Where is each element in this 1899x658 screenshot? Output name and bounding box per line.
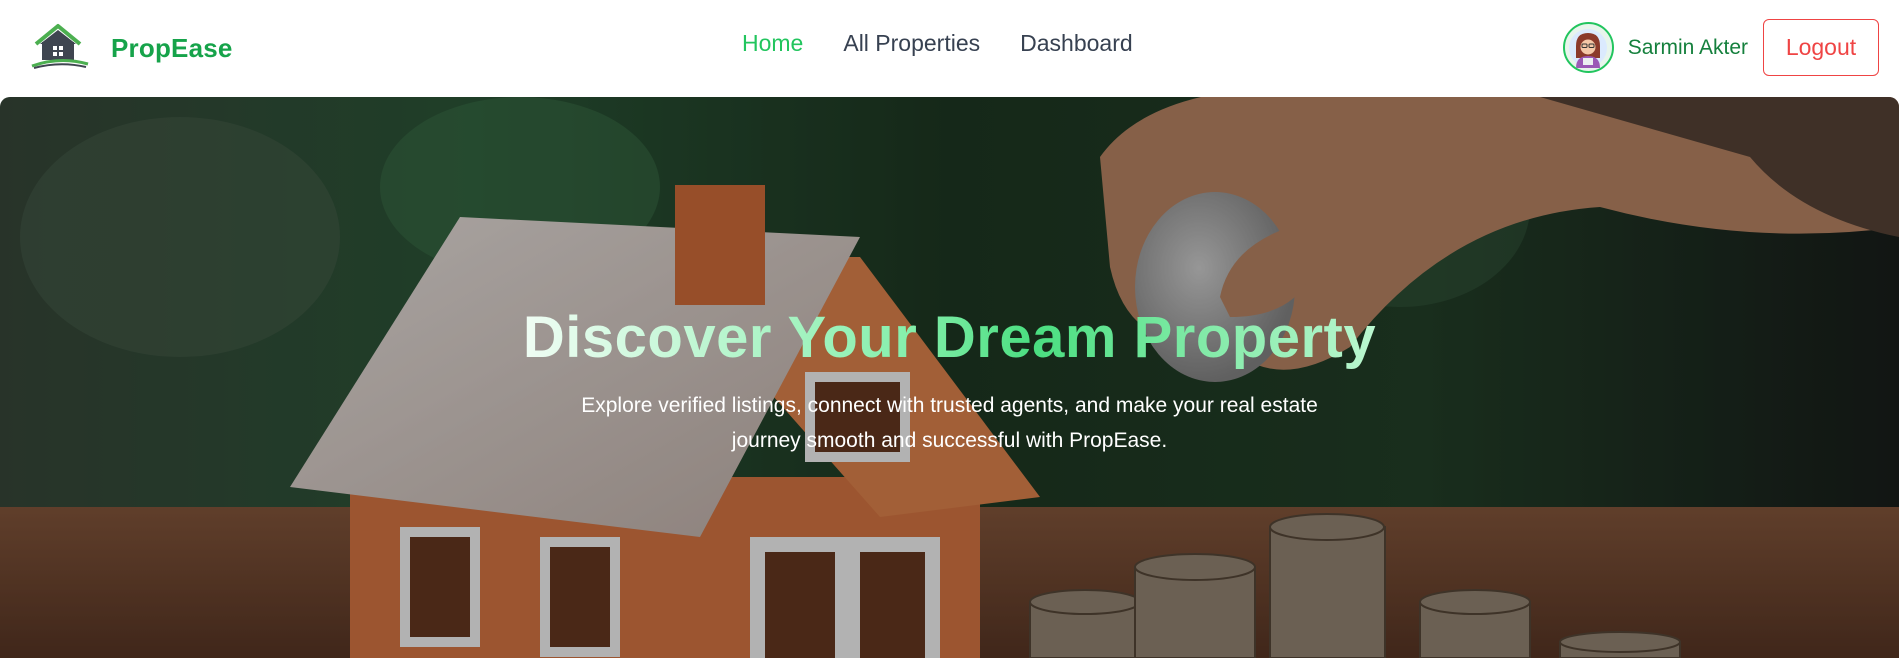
hero-title: Discover Your Dream Property: [523, 302, 1376, 374]
user-avatar-icon[interactable]: [1562, 22, 1614, 73]
user-name: Sarmin Akter: [1627, 35, 1748, 59]
navbar: PropEase Home All Properties Dashboard S…: [0, 0, 1899, 97]
nav-link-dashboard[interactable]: Dashboard: [1020, 30, 1133, 57]
house-logo-icon: [30, 22, 94, 75]
brand[interactable]: PropEase: [30, 22, 233, 75]
logout-button[interactable]: Logout: [1763, 19, 1879, 76]
hero-content: Discover Your Dream Property Explore ver…: [0, 302, 1899, 458]
nav-link-all-properties[interactable]: All Properties: [843, 30, 980, 57]
nav-link-home[interactable]: Home: [742, 30, 803, 57]
user-area: Sarmin Akter Logout: [1562, 19, 1879, 76]
brand-name: PropEase: [111, 33, 233, 63]
hero-banner: Discover Your Dream Property Explore ver…: [0, 97, 1899, 658]
main-nav: Home All Properties Dashboard: [742, 30, 1133, 57]
hero-subtitle: Explore verified listings, connect with …: [581, 394, 1318, 452]
